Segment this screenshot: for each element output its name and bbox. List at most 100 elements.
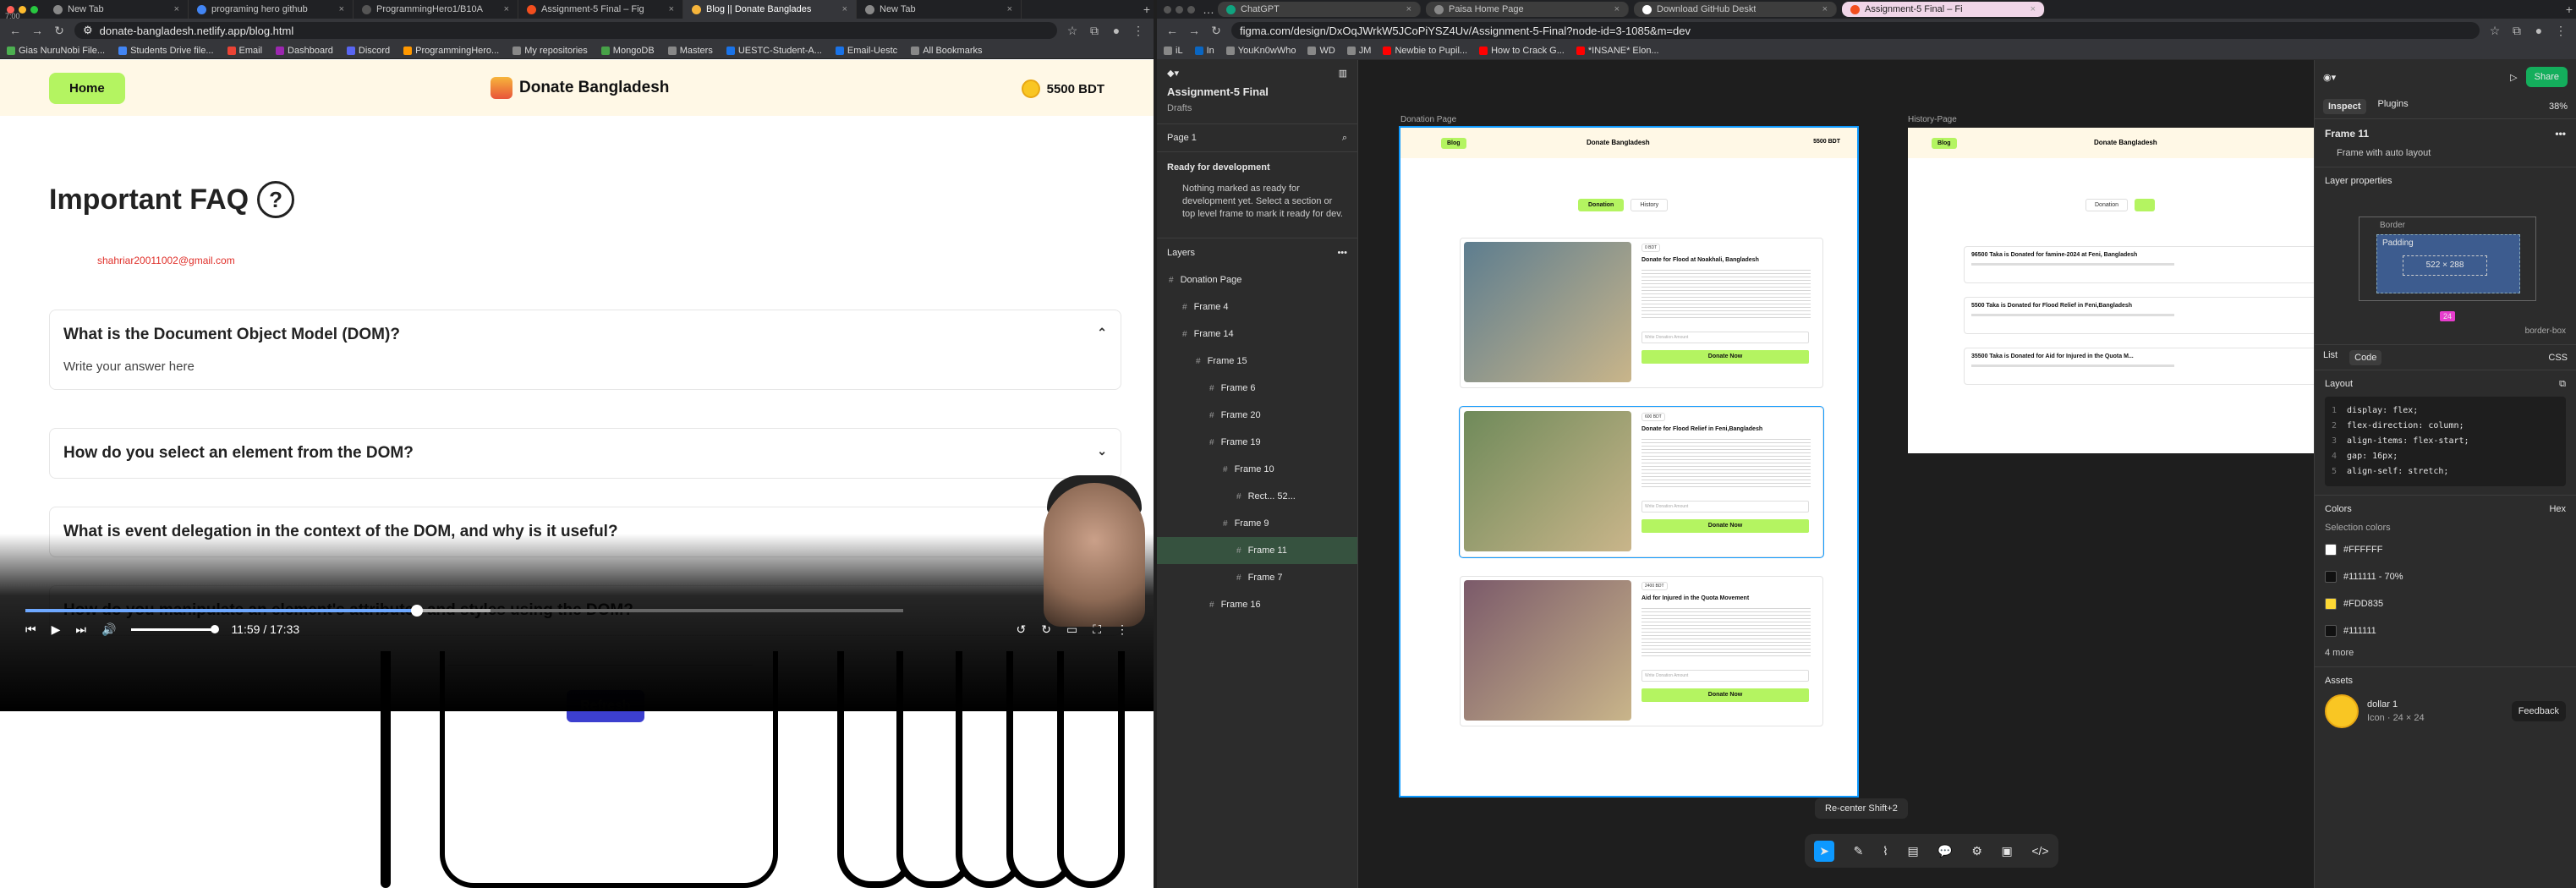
faq-item[interactable]: What is the Document Object Model (DOM)?… bbox=[49, 310, 1121, 390]
code-tool-icon[interactable]: </> bbox=[2031, 844, 2048, 858]
dollar-coin-icon[interactable] bbox=[2325, 694, 2359, 728]
scrubber-handle[interactable] bbox=[410, 605, 423, 617]
skip-back-icon[interactable]: ⏮ bbox=[25, 622, 36, 637]
recenter-button[interactable]: Re-center Shift+2 bbox=[1815, 798, 1908, 819]
layer-row[interactable]: # Donation Page bbox=[1157, 266, 1357, 293]
profile-icon[interactable]: ● bbox=[2532, 24, 2546, 37]
donation-card[interactable]: 2400 BDT Aid for Injured in the Quota Mov… bbox=[1460, 576, 1823, 726]
bookmark-item[interactable]: iL bbox=[1164, 46, 1183, 56]
bookmark-item[interactable]: *INSANE* Elon... bbox=[1576, 46, 1659, 56]
donation-page-frame[interactable]: Blog Donate Bangladesh 5500 BDT Donation… bbox=[1399, 126, 1859, 798]
figma-canvas[interactable]: Donation Page Blog Donate Bangladesh 550… bbox=[1358, 60, 2314, 888]
page-selector[interactable]: Page 1 bbox=[1167, 133, 1197, 143]
share-button[interactable]: Share bbox=[2525, 67, 2568, 87]
bookmark-item[interactable]: Dashboard bbox=[276, 46, 333, 56]
browser-tab[interactable]: Assignment-5 Final – Fi × bbox=[1842, 2, 2045, 17]
pen-tool-icon[interactable]: ✎ bbox=[1854, 844, 1864, 858]
frame-label-history[interactable]: History-Page bbox=[1908, 115, 1957, 124]
back-icon[interactable]: ← bbox=[1165, 24, 1179, 37]
volume-slider[interactable] bbox=[131, 624, 220, 633]
inspect-tab[interactable]: Plugins bbox=[2378, 99, 2409, 114]
tab-overview-icon[interactable]: … bbox=[1202, 3, 1215, 16]
inspect-tab[interactable]: Inspect bbox=[2323, 98, 2366, 114]
tab-close-icon[interactable]: × bbox=[1406, 4, 1411, 14]
layer-row[interactable]: # Frame 14 bbox=[1157, 321, 1357, 348]
video-progress[interactable] bbox=[25, 605, 903, 617]
bookmark-star-icon[interactable]: ☆ bbox=[2488, 24, 2502, 38]
donation-card[interactable]: 0 BDT Donate for Flood at Noakhali, Bangl… bbox=[1460, 238, 1823, 388]
layer-row[interactable]: # Frame 20 bbox=[1157, 402, 1357, 429]
browser-tab[interactable]: New Tab × bbox=[857, 0, 1022, 19]
zoom-level[interactable]: 38% bbox=[2549, 101, 2568, 112]
layer-row[interactable]: # Frame 19 bbox=[1157, 429, 1357, 456]
faq-item[interactable]: How do you select an element from the DO… bbox=[49, 428, 1121, 479]
bookmark-item[interactable]: Email-Uestc bbox=[835, 46, 897, 56]
ready-tool-icon[interactable]: ▣ bbox=[2002, 844, 2013, 858]
layer-row[interactable]: # Frame 4 bbox=[1157, 293, 1357, 321]
menu-icon[interactable]: ⋮ bbox=[2554, 24, 2568, 38]
url-field[interactable]: ⚙ donate-bangladesh.netlify.app/blog.html bbox=[74, 22, 1057, 39]
browser-tab[interactable]: ChatGPT × bbox=[1218, 2, 1421, 17]
search-icon[interactable]: ⌕ bbox=[1342, 133, 1347, 144]
feedback-button[interactable]: Feedback bbox=[2511, 701, 2566, 721]
color-swatch-row[interactable]: #FFFFFF bbox=[2325, 536, 2566, 563]
pip-icon[interactable]: ▭ bbox=[1066, 622, 1077, 637]
forward-10-icon[interactable]: ↻ bbox=[1041, 622, 1051, 637]
extensions-icon[interactable]: ⧉ bbox=[2510, 24, 2524, 38]
bookmark-item[interactable]: My repositories bbox=[512, 46, 588, 56]
tab-close-icon[interactable]: × bbox=[1614, 4, 1620, 14]
menu-icon[interactable]: ⋮ bbox=[1132, 24, 1145, 38]
bookmark-item[interactable]: YouKn0wWho bbox=[1225, 46, 1296, 56]
layer-row[interactable]: # Frame 7 bbox=[1157, 564, 1357, 591]
frame-more-icon[interactable]: ••• bbox=[2555, 128, 2566, 140]
browser-tab[interactable]: Assignment-5 Final – Fig × bbox=[518, 0, 683, 19]
tab-close-icon[interactable]: × bbox=[1822, 4, 1828, 14]
dev-mode-icon[interactable]: ⚙ bbox=[1971, 844, 1982, 858]
copy-icon[interactable]: ⧉ bbox=[2559, 379, 2566, 390]
tab-close-icon[interactable]: × bbox=[842, 4, 847, 14]
layer-row[interactable]: # Frame 15 bbox=[1157, 348, 1357, 375]
measure-tool-icon[interactable]: ⌇ bbox=[1883, 844, 1888, 858]
new-tab-icon[interactable]: + bbox=[1140, 3, 1154, 16]
browser-tab[interactable]: ProgrammingHero1/B10A × bbox=[354, 0, 518, 19]
bookmark-item[interactable]: Students Drive file... bbox=[118, 46, 214, 56]
volume-icon[interactable]: 🔊 bbox=[101, 622, 116, 637]
comment-tool-icon[interactable]: 💬 bbox=[1937, 844, 1952, 858]
file-name[interactable]: Assignment-5 Final bbox=[1167, 85, 1347, 98]
css-code-block[interactable]: 1 display: flex; 2 flex-direction: column; 3… bbox=[2325, 397, 2566, 486]
forward-icon[interactable]: → bbox=[30, 24, 44, 37]
bookmark-item[interactable]: Newbie to Pupil... bbox=[1383, 46, 1467, 56]
extensions-icon[interactable]: ⧉ bbox=[1088, 24, 1101, 38]
layer-row[interactable]: # Frame 11 bbox=[1157, 537, 1357, 564]
play-icon[interactable]: ▶ bbox=[52, 622, 61, 637]
bookmark-item[interactable]: ProgrammingHero... bbox=[403, 46, 499, 56]
browser-tab[interactable]: Paisa Home Page × bbox=[1426, 2, 1629, 17]
layer-row[interactable]: # Rect... 52... bbox=[1157, 483, 1357, 510]
view-tab[interactable]: Code bbox=[2349, 349, 2382, 365]
figma-menu-icon[interactable]: ◆▾ bbox=[1167, 68, 1179, 79]
color-swatch-row[interactable]: #FDD835 bbox=[2325, 590, 2566, 617]
more-icon[interactable]: ⋮ bbox=[1116, 622, 1128, 637]
tab-close-icon[interactable]: × bbox=[174, 4, 179, 14]
tab-close-icon[interactable]: × bbox=[2031, 4, 2036, 14]
color-swatch-row[interactable]: #111111 bbox=[2325, 617, 2566, 644]
bookmark-item[interactable]: How to Crack G... bbox=[1479, 46, 1565, 56]
layer-row[interactable]: # Frame 16 bbox=[1157, 591, 1357, 618]
bookmark-item[interactable]: In bbox=[1194, 46, 1214, 56]
bookmark-item[interactable]: Email bbox=[227, 46, 262, 56]
panel-toggle-icon[interactable]: ▥ bbox=[1339, 68, 1347, 79]
back-icon[interactable]: ← bbox=[8, 24, 22, 37]
layers-more-icon[interactable]: ••• bbox=[1337, 248, 1347, 258]
reload-icon[interactable]: ↻ bbox=[52, 24, 66, 38]
bookmark-star-icon[interactable]: ☆ bbox=[1066, 24, 1079, 38]
fullscreen-icon[interactable]: ⛶ bbox=[1093, 622, 1101, 637]
color-format-select[interactable]: Hex bbox=[2549, 504, 2566, 514]
window-controls[interactable] bbox=[1157, 5, 1202, 14]
tab-close-icon[interactable]: × bbox=[1007, 4, 1012, 14]
layer-row[interactable]: # Frame 9 bbox=[1157, 510, 1357, 537]
move-tool-icon[interactable]: ➤ bbox=[1814, 840, 1835, 862]
bookmark-item[interactable]: All Bookmarks bbox=[911, 46, 982, 56]
donation-card[interactable]: 600 BDT Donate for Flood Relief in Feni,B… bbox=[1459, 406, 1824, 558]
play-icon[interactable]: ▷ bbox=[2510, 72, 2517, 83]
reload-icon[interactable]: ↻ bbox=[1209, 24, 1223, 38]
